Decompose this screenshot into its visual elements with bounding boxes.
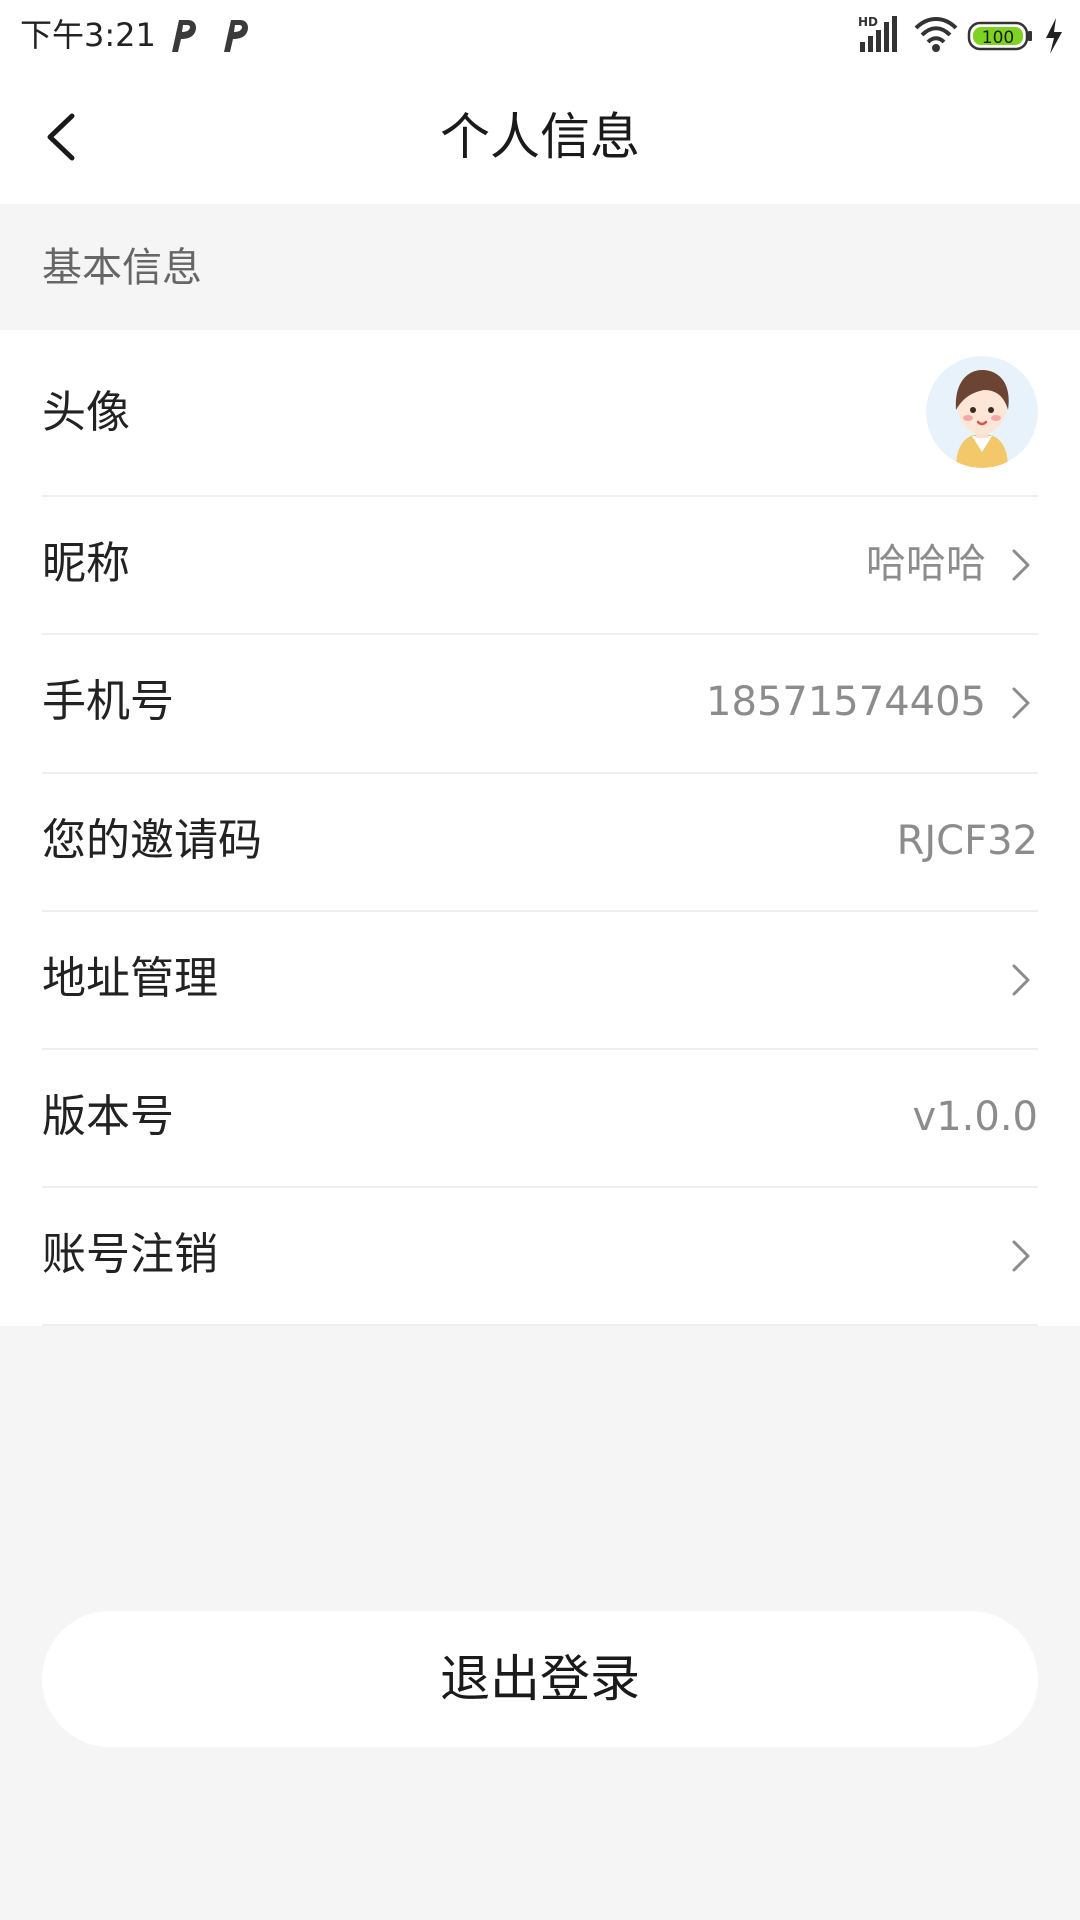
address-management-label: 地址管理	[42, 953, 218, 1004]
invite-code-row: 您的邀请码 RJCF32	[42, 774, 1038, 912]
chevron-right-icon	[1012, 964, 1030, 996]
address-management-row[interactable]: 地址管理	[42, 912, 1038, 1050]
p-app-icon	[172, 20, 196, 52]
avatar[interactable]	[926, 356, 1038, 468]
profile-list: 头像 昵称 哈哈哈 手机号 18571574405 您的邀请码 RJCF32 地…	[0, 330, 1080, 1326]
wifi-icon	[914, 17, 958, 52]
avatar-row[interactable]: 头像	[42, 330, 1038, 497]
p-app-icon	[224, 20, 248, 52]
avatar-label: 头像	[42, 387, 130, 438]
version-label: 版本号	[42, 1091, 174, 1142]
header: 个人信息	[0, 70, 1080, 204]
phone-label: 手机号	[42, 676, 174, 727]
chevron-right-icon	[1012, 549, 1030, 581]
phone-value: 18571574405	[706, 679, 986, 725]
phone-row[interactable]: 手机号 18571574405	[42, 635, 1038, 774]
chevron-right-icon	[1012, 687, 1030, 719]
section-title: 基本信息	[42, 245, 202, 291]
invite-code-label: 您的邀请码	[42, 815, 262, 866]
status-time: 下午3:21	[20, 16, 156, 54]
charging-icon	[1046, 18, 1062, 54]
invite-code-value: RJCF32	[896, 818, 1038, 864]
version-value: v1.0.0	[912, 1094, 1038, 1140]
hd-signal-icon: HD	[858, 15, 897, 52]
nickname-value: 哈哈哈	[866, 541, 986, 587]
nickname-row[interactable]: 昵称 哈哈哈	[42, 497, 1038, 635]
version-row: 版本号 v1.0.0	[42, 1050, 1038, 1188]
svg-text:HD: HD	[858, 15, 878, 29]
status-bar: 下午3:21 HD 100	[0, 0, 1080, 70]
logout-button[interactable]: 退出登录	[42, 1611, 1038, 1747]
chevron-right-icon	[1012, 1240, 1030, 1272]
account-deactivation-row[interactable]: 账号注销	[42, 1188, 1038, 1326]
svg-text:100: 100	[982, 28, 1014, 48]
battery-icon: 100	[967, 21, 1032, 51]
section-header: 基本信息	[0, 204, 1080, 330]
page-title: 个人信息	[440, 108, 640, 166]
avatar-image	[926, 356, 1038, 468]
status-right-icons: HD 100	[858, 15, 1062, 54]
account-deactivation-label: 账号注销	[42, 1229, 218, 1280]
nickname-label: 昵称	[42, 538, 130, 589]
